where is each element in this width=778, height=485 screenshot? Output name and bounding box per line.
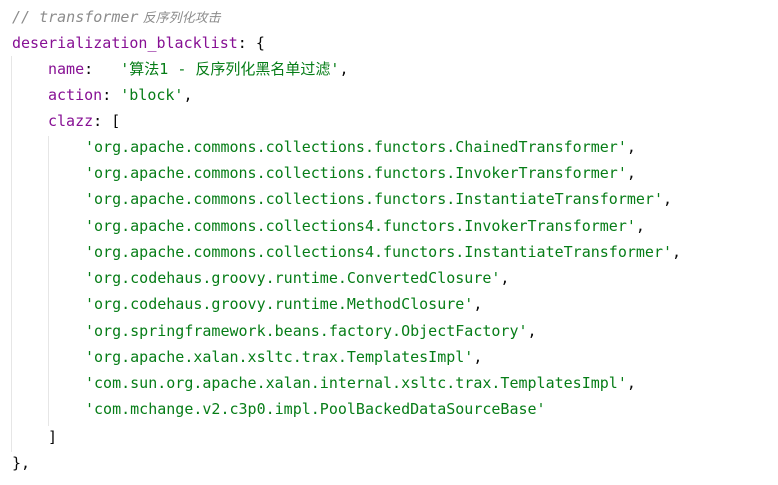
- indent-guide: [11, 56, 12, 452]
- comment-text: transformer: [39, 8, 139, 26]
- clazz-item: 'org.codehaus.groovy.runtime.ConvertedCl…: [85, 269, 510, 287]
- clazz-item: 'org.codehaus.groovy.runtime.MethodClosu…: [85, 295, 483, 313]
- code-line-block-close: },: [12, 454, 31, 472]
- clazz-item: 'org.apache.commons.collections.functors…: [85, 138, 636, 156]
- clazz-item: 'org.apache.commons.collections.functors…: [85, 164, 636, 182]
- clazz-item: 'org.apache.commons.collections4.functor…: [85, 243, 682, 261]
- clazz-item: 'org.apache.commons.collections4.functor…: [85, 217, 645, 235]
- name-value: '算法1 - 反序列化黑名单过滤': [120, 60, 340, 78]
- clazz-item: 'org.springframework.beans.factory.Objec…: [85, 322, 537, 340]
- code-editor[interactable]: // transformer 反序列化攻击 deserialization_bl…: [0, 0, 778, 485]
- code-line-comment: // transformer 反序列化攻击: [12, 8, 221, 26]
- clazz-key: clazz: [48, 112, 94, 130]
- action-key: action: [48, 86, 103, 104]
- clazz-item: 'org.apache.commons.collections.functors…: [85, 190, 672, 208]
- action-value: 'block': [120, 86, 184, 104]
- code-line-name: name: '算法1 - 反序列化黑名单过滤',: [48, 60, 349, 78]
- comment-cjk-text: 反序列化攻击: [138, 11, 221, 26]
- clazz-item: 'org.apache.xalan.xsltc.trax.TemplatesIm…: [85, 348, 483, 366]
- code-line-clazz: clazz: [: [48, 112, 121, 130]
- clazz-item: 'com.mchange.v2.c3p0.impl.PoolBackedData…: [85, 400, 546, 418]
- clazz-item: 'com.sun.org.apache.xalan.internal.xsltc…: [85, 374, 636, 392]
- name-key: name: [48, 60, 85, 78]
- block-key: deserialization_blacklist: [12, 34, 238, 52]
- code-line-block-key: deserialization_blacklist: {: [12, 34, 265, 52]
- indent-guide: [48, 136, 49, 426]
- code-line-action: action: 'block',: [48, 86, 193, 104]
- code-line-clazz-close: ]: [48, 428, 58, 446]
